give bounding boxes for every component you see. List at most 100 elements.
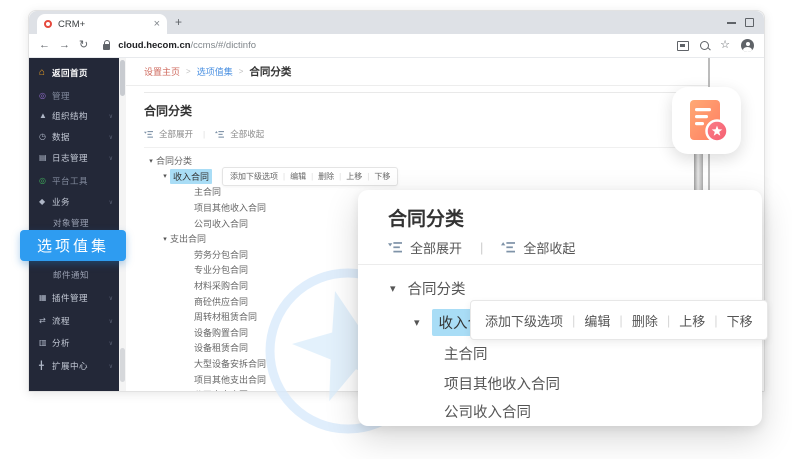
divider <box>144 147 690 148</box>
browser-tab[interactable]: CRM+ × <box>37 14 167 34</box>
tree-node[interactable]: 公司收入合同 <box>444 401 531 422</box>
tree-node-label[interactable]: 周转材租赁合同 <box>194 310 257 323</box>
tree-node-label-selected[interactable]: 收入合同 <box>170 169 212 184</box>
tree-node-label[interactable]: 大型设备安拆合同 <box>194 357 266 370</box>
sidebar-item-label: 邮件通知 <box>53 269 89 281</box>
action-move-down[interactable]: 下移 <box>727 311 753 330</box>
tab-title: CRM+ <box>58 19 154 30</box>
reload-icon[interactable]: ↻ <box>79 40 88 51</box>
sidebar-item-management[interactable]: ◎ 管理 <box>29 88 119 104</box>
overlay-tree-toolbar: 全部展开 | 全部收起 <box>388 238 575 257</box>
expand-all-button[interactable]: 全部展开 <box>410 238 462 257</box>
tree-node-label[interactable]: 材料采购合同 <box>194 279 248 292</box>
url-host: cloud.hecom.cn <box>118 40 190 51</box>
sidebar-item-org-structure[interactable]: ▲ 组织结构 ∨ <box>29 108 119 124</box>
sidebar-item-business[interactable]: ◆ 业务 ∨ <box>29 194 119 210</box>
node-actions-bubble: 添加下级选项 | 编辑 | 删除 | 上移 | 下移 <box>222 167 398 186</box>
profile-avatar[interactable] <box>741 39 754 52</box>
option-sets-callout[interactable]: 选项值集 <box>20 230 126 261</box>
tree-node[interactable]: 主合同 <box>444 343 488 364</box>
tree-node-income[interactable]: ▾ 收入合同 添加下级选项 | 编辑 | 删除 | 上移 | 下移 <box>144 169 690 185</box>
caret-down-icon[interactable]: ▾ <box>390 282 396 295</box>
collapse-all-button[interactable]: 全部收起 <box>230 128 264 140</box>
action-move-up[interactable]: 上移 <box>346 171 362 182</box>
caret-down-icon[interactable]: ▾ <box>414 316 420 329</box>
flow-icon: ⇄ <box>39 317 52 325</box>
tree-node-label[interactable]: 设备租赁合同 <box>194 341 248 354</box>
action-delete[interactable]: 删除 <box>632 311 658 330</box>
management-icon: ◎ <box>39 92 52 100</box>
tree-node-label[interactable]: 项目其他收入合同 <box>194 201 266 214</box>
tab-close-icon[interactable]: × <box>154 19 160 30</box>
separator: | <box>619 313 622 328</box>
sidebar-item-platform-tools[interactable]: ◎ 平台工具 <box>29 173 119 189</box>
browser-titlebar: CRM+ × + <box>29 11 764 34</box>
tree-node[interactable]: 项目其他收入合同 <box>444 373 560 394</box>
tree-node-label[interactable]: 设备购置合同 <box>194 326 248 339</box>
sidebar-item-plugin-management[interactable]: ▦ 插件管理 ∨ <box>29 290 119 306</box>
sidebar-item-label: 组织结构 <box>52 110 88 122</box>
tree-node-label[interactable]: 劳务分包合同 <box>194 248 248 261</box>
tree-node-label[interactable]: 项目其他支出合同 <box>194 373 266 386</box>
sidebar-item-analysis[interactable]: ▥ 分析 ∨ <box>29 335 119 351</box>
zoom-icon[interactable] <box>700 41 709 50</box>
minimize-icon[interactable] <box>727 22 736 24</box>
tree-node-label[interactable]: 公司支出合同 <box>194 388 248 391</box>
tree-node-root[interactable]: ▾ 合同分类 <box>390 278 466 299</box>
expand-all-icon <box>144 130 153 139</box>
tree-node-label[interactable]: 公司收入合同 <box>194 217 248 230</box>
sidebar-item-log-management[interactable]: ▤ 日志管理 ∨ <box>29 150 119 166</box>
separator: | <box>714 313 717 328</box>
caret-down-icon[interactable]: ▾ <box>160 172 170 180</box>
action-add-child[interactable]: 添加下级选项 <box>230 171 278 182</box>
tree-node-label[interactable]: 主合同 <box>444 343 488 364</box>
breadcrumb-settings-home[interactable]: 设置主页 <box>144 65 180 78</box>
chevron-down-icon: ∨ <box>109 199 113 206</box>
sidebar-scrollbar[interactable] <box>119 58 126 391</box>
new-tab-button[interactable]: + <box>175 15 182 29</box>
action-delete[interactable]: 删除 <box>318 171 334 182</box>
restore-icon[interactable] <box>745 18 754 27</box>
action-edit[interactable]: 编辑 <box>290 171 306 182</box>
business-icon: ◆ <box>39 198 52 206</box>
tree-node-label[interactable]: 主合同 <box>194 185 221 198</box>
action-add-child[interactable]: 添加下级选项 <box>485 311 563 330</box>
action-edit[interactable]: 编辑 <box>584 311 610 330</box>
caret-down-icon[interactable]: ▾ <box>160 235 170 243</box>
browser-addressbar: ← → ↻ cloud.hecom.cn/ccms/#/dictinfo ☆ <box>29 34 764 58</box>
tree-node-label[interactable]: 支出合同 <box>170 232 206 245</box>
sidebar-item-home[interactable]: ⌂ 返回首页 <box>29 65 119 81</box>
tree-node-label[interactable]: 商砼供应合同 <box>194 295 248 308</box>
collapse-all-icon <box>501 241 515 254</box>
tree-node-label[interactable]: 专业分包合同 <box>194 263 248 276</box>
breadcrumb-separator: > <box>239 67 244 76</box>
url-bar[interactable]: cloud.hecom.cn/ccms/#/dictinfo <box>118 40 256 51</box>
chevron-down-icon: ∨ <box>109 318 113 325</box>
forward-icon[interactable]: → <box>59 40 70 51</box>
sidebar-item-data[interactable]: ◷ 数据 ∨ <box>29 129 119 145</box>
chevron-down-icon: ∨ <box>109 363 113 370</box>
tree-node-label[interactable]: 项目其他收入合同 <box>444 373 560 394</box>
scrollbar-thumb[interactable] <box>120 348 125 382</box>
breadcrumb-option-sets[interactable]: 选项值集 <box>197 65 233 78</box>
send-to-devices-icon[interactable] <box>677 41 689 51</box>
sidebar-item-mail-notification[interactable]: 邮件通知 <box>29 267 119 283</box>
sidebar-item-process[interactable]: ⇄ 流程 ∨ <box>29 313 119 329</box>
tree-node-label[interactable]: 合同分类 <box>408 278 466 299</box>
tree-node-label[interactable]: 公司收入合同 <box>444 401 531 422</box>
bookmark-star-icon[interactable]: ☆ <box>720 40 730 51</box>
back-icon[interactable]: ← <box>39 40 50 51</box>
collapse-all-button[interactable]: 全部收起 <box>523 238 575 257</box>
sidebar-item-object-management[interactable]: 对象管理 <box>29 215 119 231</box>
tree-node-label[interactable]: 合同分类 <box>156 154 192 167</box>
sidebar-item-extension-center[interactable]: ╋ 扩展中心 ∨ <box>29 358 119 374</box>
ssl-lock-icon <box>103 44 110 50</box>
action-move-up[interactable]: 上移 <box>679 311 705 330</box>
pin-pole <box>694 148 703 196</box>
scrollbar-thumb[interactable] <box>120 60 125 96</box>
caret-down-icon[interactable]: ▾ <box>146 157 156 165</box>
expand-all-button[interactable]: 全部展开 <box>159 128 193 140</box>
separator: | <box>283 172 285 181</box>
action-move-down[interactable]: 下移 <box>374 171 390 182</box>
expand-all-icon <box>388 241 402 254</box>
